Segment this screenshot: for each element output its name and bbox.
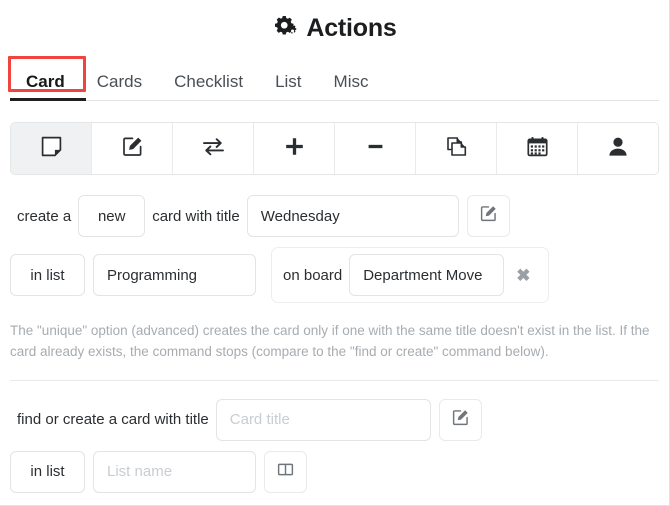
find-card-title-variable-button[interactable] [438,398,482,441]
create-prefix-label: create a [17,207,72,225]
tab-cards[interactable]: Cards [81,73,158,101]
close-x-icon[interactable]: ✖ [504,267,542,284]
tab-list[interactable]: List [259,73,317,101]
pencil-square-icon [122,136,143,162]
find-card-title-input[interactable]: Card title [215,398,431,441]
user-icon [608,136,628,162]
actions-panel: Actions Card Cards Checklist List Misc c… [0,0,670,506]
toolbar-item-due-date[interactable] [497,123,578,174]
pencil-square-icon [480,205,497,227]
toolbar-item-remove[interactable] [335,123,416,174]
create-middle-label: card with title [152,207,240,225]
copy-pages-icon [446,136,467,162]
create-card-command: create a new card with title Wednesday i… [10,195,659,303]
toolbar-item-member[interactable] [578,123,658,174]
toolbar-item-edit-card[interactable] [92,123,173,174]
gears-icon [272,14,297,42]
board-name-input[interactable]: Department Move [349,254,505,296]
page-header: Actions [0,0,669,52]
tab-misc[interactable]: Misc [318,73,385,101]
sticky-note-icon [41,136,62,162]
find-list-board-button[interactable] [264,450,307,493]
create-card-row-2: in list Programming on board Department … [10,247,659,303]
on-board-group: on board Department Move ✖ [271,247,550,303]
create-card-row-1: create a new card with title Wednesday [10,195,659,237]
find-card-row-2: in list List name [10,450,659,493]
card-mode-select[interactable]: new [78,195,146,237]
list-name-input[interactable]: Programming [93,254,256,296]
calendar-icon [526,136,548,162]
find-in-list-label: in list [10,450,85,493]
pencil-square-icon [452,409,469,431]
on-board-label: on board [283,266,343,284]
find-prefix-label: find or create a card with title [17,411,209,429]
find-card-row-1: find or create a card with title Card ti… [10,398,659,441]
find-list-name-input[interactable]: List name [93,450,256,493]
toolbar-item-add[interactable] [254,123,335,174]
columns-icon [277,461,294,483]
tab-bar: Card Cards Checklist List Misc [8,52,659,101]
exchange-arrows-icon [202,136,225,162]
find-or-create-command: find or create a card with title Card ti… [10,398,659,493]
card-title-input[interactable]: Wednesday [246,195,459,237]
plus-icon [284,136,305,162]
tab-bar-rule [10,100,659,101]
action-type-toolbar [10,122,659,175]
tab-card[interactable]: Card [10,73,81,101]
section-divider [10,379,659,381]
in-list-label: in list [10,254,85,296]
minus-icon [365,136,386,162]
toolbar-item-move-card[interactable] [173,123,254,174]
tab-checklist[interactable]: Checklist [158,73,259,101]
toolbar-item-copy[interactable] [416,123,497,174]
card-title-variable-button[interactable] [466,195,510,237]
page-title: Actions [306,13,397,42]
toolbar-item-create-card[interactable] [11,123,92,174]
unique-option-help-text: The "unique" option (advanced) creates t… [10,323,650,359]
tab-active-underline [10,98,86,101]
